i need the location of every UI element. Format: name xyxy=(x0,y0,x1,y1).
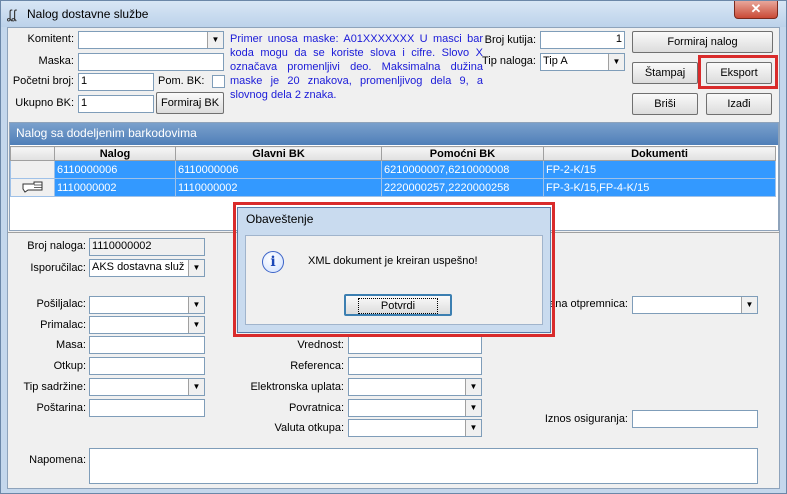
chevron-down-icon[interactable]: ▼ xyxy=(608,54,624,70)
cell-glavni-bk[interactable]: 1110000002 xyxy=(175,178,382,197)
isporucilac-value: AKS dostavna služ xyxy=(92,261,185,273)
tip-sadrzine-select[interactable]: ▼ xyxy=(89,378,205,396)
stampaj-button[interactable]: Štampaj xyxy=(632,62,698,84)
formiraj-bk-button[interactable]: Formiraj BK xyxy=(156,92,224,114)
cell-nalog[interactable]: 1110000002 xyxy=(54,178,176,197)
povratnica-label: Povratnica: xyxy=(288,402,344,414)
close-button[interactable]: ✕ xyxy=(734,1,778,19)
valuta-otkupa-label: Valuta otkupa: xyxy=(274,422,344,434)
ukupno-bk-input[interactable]: 1 xyxy=(78,95,154,113)
chevron-down-icon[interactable]: ▼ xyxy=(465,420,481,436)
eksport-highlight xyxy=(698,55,778,89)
maska-label: Maska: xyxy=(38,55,74,67)
chevron-down-icon[interactable]: ▼ xyxy=(188,379,204,395)
cell-pomocni-bk[interactable]: 2220000257,2220000258 xyxy=(381,178,544,197)
komitent-label: Komitent: xyxy=(27,33,74,45)
komitent-select[interactable]: ▼ xyxy=(78,31,224,49)
barcode-table: Nalog Glavni BK Pomoćni BK Dokumenti 611… xyxy=(10,146,776,197)
indicator-column-header xyxy=(10,146,55,161)
iznos-osiguranja-label: Iznos osiguranja: xyxy=(544,413,628,425)
table-row[interactable]: 1110000002 1110000002 2220000257,2220000… xyxy=(10,178,776,197)
pom-bk-checkbox[interactable] xyxy=(212,75,225,88)
column-header-nalog[interactable]: Nalog xyxy=(54,146,176,161)
primalac-label: Primalac: xyxy=(40,319,86,331)
table-header-row: Nalog Glavni BK Pomoćni BK Dokumenti xyxy=(10,146,776,161)
title-bar: ʆʆ Nalog dostavne službe ✕ xyxy=(1,1,786,27)
formiraj-nalog-button[interactable]: Formiraj nalog xyxy=(632,31,773,53)
grid-title: Nalog sa dodeljenim barkodovima xyxy=(10,123,778,145)
tip-naloga-select[interactable]: Tip A ▼ xyxy=(540,53,625,71)
iznos-osiguranja-input[interactable] xyxy=(632,410,758,428)
cell-pomocni-bk[interactable]: 6210000007,6210000008 xyxy=(381,160,544,179)
referenca-label: Referenca: xyxy=(290,360,344,372)
cell-nalog[interactable]: 6110000006 xyxy=(54,160,176,179)
posiljalac-select[interactable]: ▼ xyxy=(89,296,205,314)
chevron-down-icon[interactable]: ▼ xyxy=(465,379,481,395)
chevron-down-icon[interactable]: ▼ xyxy=(188,260,204,276)
cell-dokumenti[interactable]: FP-2-K/15 xyxy=(543,160,776,179)
otpremnica-select[interactable]: ▼ xyxy=(632,296,758,314)
pocetni-broj-label: Početni broj: xyxy=(12,75,74,87)
masa-label: Masa: xyxy=(56,339,86,351)
dialog-highlight xyxy=(233,202,555,337)
broj-naloga-value: 1110000002 xyxy=(89,238,205,256)
ukupno-bk-label: Ukupno BK: xyxy=(15,97,74,109)
broj-kutija-label: Broj kutija: xyxy=(484,34,536,46)
pom-bk-label: Pom. BK: xyxy=(158,75,205,87)
row-indicator[interactable] xyxy=(10,178,55,197)
elektronska-uplata-label: Elektronska uplata: xyxy=(250,381,344,393)
broj-kutija-input[interactable]: 1 xyxy=(540,31,625,49)
cell-dokumenti[interactable]: FP-3-K/15,FP-4-K/15 xyxy=(543,178,776,197)
window-title: Nalog dostavne službe xyxy=(27,7,149,21)
primalac-select[interactable]: ▼ xyxy=(89,316,205,334)
chevron-down-icon[interactable]: ▼ xyxy=(207,32,223,48)
referenca-input[interactable] xyxy=(348,357,482,375)
cell-glavni-bk[interactable]: 6110000006 xyxy=(175,160,382,179)
maska-input[interactable] xyxy=(78,53,224,71)
mask-hint-text: Primer unosa maske: A01XXXXXXX U masci b… xyxy=(230,33,483,101)
tip-sadrzine-label: Tip sadržine: xyxy=(23,381,86,393)
pocetni-broj-input[interactable]: 1 xyxy=(78,73,154,91)
napomena-label: Napomena: xyxy=(29,454,86,466)
isporucilac-label: Isporučilac: xyxy=(30,262,86,274)
chevron-down-icon[interactable]: ▼ xyxy=(741,297,757,313)
chevron-down-icon[interactable]: ▼ xyxy=(188,317,204,333)
broj-naloga-label: Broj naloga: xyxy=(27,240,86,252)
table-row[interactable]: 6110000006 6110000006 6210000007,6210000… xyxy=(10,160,776,179)
masa-input[interactable] xyxy=(89,336,205,354)
vrednost-input[interactable] xyxy=(348,336,482,354)
chevron-down-icon[interactable]: ▼ xyxy=(188,297,204,313)
column-header-glavni-bk[interactable]: Glavni BK xyxy=(175,146,382,161)
povratnica-select[interactable]: ▼ xyxy=(348,399,482,417)
column-header-pomocni-bk[interactable]: Pomoćni BK xyxy=(381,146,544,161)
column-header-dokumenti[interactable]: Dokumenti xyxy=(543,146,776,161)
elektronska-uplata-select[interactable]: ▼ xyxy=(348,378,482,396)
napomena-textarea[interactable] xyxy=(89,448,758,484)
brisi-button[interactable]: Briši xyxy=(632,93,698,115)
posiljalac-label: Pošiljalac: xyxy=(36,298,86,310)
valuta-otkupa-select[interactable]: ▼ xyxy=(348,419,482,437)
izadji-button[interactable]: Izađi xyxy=(706,93,772,115)
row-indicator[interactable] xyxy=(10,160,55,179)
postarina-input[interactable] xyxy=(89,399,205,417)
tip-naloga-label: Tip naloga: xyxy=(481,55,536,67)
isporucilac-select[interactable]: AKS dostavna služ ▼ xyxy=(89,259,205,277)
vrednost-label: Vrednost: xyxy=(297,339,344,351)
postarina-label: Poštarina: xyxy=(36,402,86,414)
otkup-label: Otkup: xyxy=(53,360,86,372)
main-window: ʆʆ Nalog dostavne službe ✕ Komitent: ▼ M… xyxy=(0,0,787,494)
pointing-hand-icon xyxy=(22,181,42,193)
chevron-down-icon[interactable]: ▼ xyxy=(465,400,481,416)
app-icon: ʆʆ xyxy=(7,7,17,22)
otkup-input[interactable] xyxy=(89,357,205,375)
tip-naloga-value: Tip A xyxy=(543,55,568,67)
